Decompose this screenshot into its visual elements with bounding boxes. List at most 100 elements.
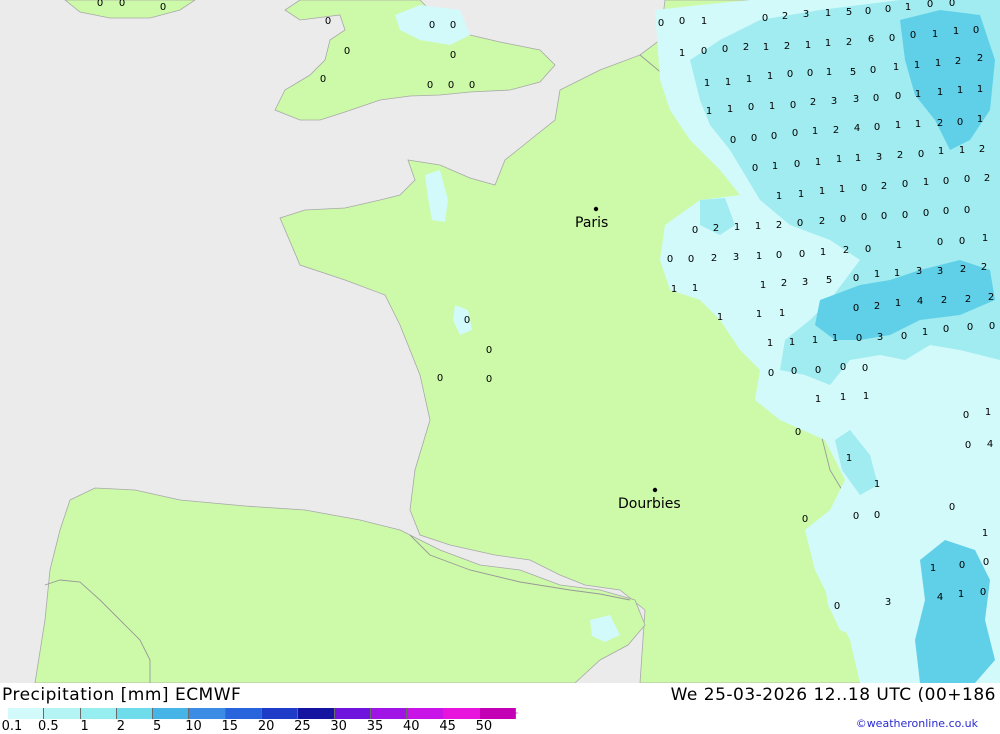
precip-value-label: 1 xyxy=(679,48,685,59)
precip-value-label: 5 xyxy=(826,275,832,286)
precip-value-label: 1 xyxy=(767,338,773,349)
legend-label: 50 xyxy=(475,719,493,734)
precip-value-label: 0 xyxy=(790,100,796,111)
precip-value-label: 0 xyxy=(943,176,949,187)
precip-value-label: 0 xyxy=(448,80,454,91)
precip-value-label: 3 xyxy=(916,266,922,277)
precip-value-label: 0 xyxy=(943,324,949,335)
precip-value-label: 1 xyxy=(727,104,733,115)
legend-label: 5 xyxy=(153,719,162,734)
precip-value-label: 0 xyxy=(949,0,955,9)
precip-value-label: 0 xyxy=(834,601,840,612)
precip-value-label: 0 xyxy=(794,159,800,170)
legend-labels: 0.1 0.5 1 2 5 10 15 20 25 30 35 40 45 50 xyxy=(0,719,540,734)
precip-value-label: 0 xyxy=(730,135,736,146)
precip-value-label: 0 xyxy=(486,345,492,356)
precip-value-label: 1 xyxy=(734,222,740,233)
precip-value-label: 2 xyxy=(984,173,990,184)
precip-value-label: 0 xyxy=(751,133,757,144)
precip-value-label: 0 xyxy=(918,149,924,160)
precip-value-label: 2 xyxy=(955,56,961,67)
precip-value-label: 2 xyxy=(960,264,966,275)
precip-value-label: 1 xyxy=(855,153,861,164)
precip-value-label: 2 xyxy=(874,301,880,312)
precip-value-label: 2 xyxy=(711,253,717,264)
precip-value-label: 0 xyxy=(97,0,103,9)
precip-value-label: 1 xyxy=(935,58,941,69)
precip-value-label: 1 xyxy=(982,233,988,244)
precip-value-label: 1 xyxy=(767,71,773,82)
forecast-datetime: We 25-03-2026 12..18 UTC (00+186 xyxy=(670,685,996,705)
precip-value-label: 0 xyxy=(667,254,673,265)
precip-value-label: 1 xyxy=(820,247,826,258)
precip-value-label: 0 xyxy=(840,362,846,373)
legend-label: 20 xyxy=(257,719,275,734)
precip-value-label: 1 xyxy=(805,40,811,51)
legend-swatch xyxy=(44,708,81,719)
precip-value-label: 0 xyxy=(692,225,698,236)
precip-value-label: 1 xyxy=(953,26,959,37)
precip-value-label: 0 xyxy=(701,46,707,57)
precip-value-label: 4 xyxy=(917,296,923,307)
precip-value-label: 1 xyxy=(895,120,901,131)
precip-value-label: 0 xyxy=(815,365,821,376)
precip-value-label: 0 xyxy=(989,321,995,332)
precip-value-label: 0 xyxy=(881,211,887,222)
precip-value-label: 0 xyxy=(957,117,963,128)
legend-color-bar xyxy=(8,708,517,719)
legend-label: 40 xyxy=(403,719,420,734)
precip-value-label: 0 xyxy=(964,174,970,185)
precip-value-label: 1 xyxy=(932,29,938,40)
legend-label: 35 xyxy=(366,719,384,734)
city-label-dourbies: Dourbies xyxy=(618,496,681,512)
precip-value-label: 0 xyxy=(429,20,435,31)
precip-value-label: 0 xyxy=(320,74,326,85)
precip-value-label: 0 xyxy=(325,16,331,27)
precip-value-label: 1 xyxy=(671,284,677,295)
precip-value-label: 1 xyxy=(692,283,698,294)
precip-value-label: 0 xyxy=(901,331,907,342)
precip-value-label: 1 xyxy=(812,335,818,346)
precip-value-label: 0 xyxy=(776,250,782,261)
precip-value-label: 0 xyxy=(450,50,456,61)
precip-value-label: 4 xyxy=(854,123,860,134)
precip-value-label: 1 xyxy=(839,184,845,195)
precip-value-label: 1 xyxy=(826,67,832,78)
precip-value-label: 1 xyxy=(756,309,762,320)
precip-value-label: 0 xyxy=(795,427,801,438)
chart-title: Precipitation [mm] ECMWF xyxy=(2,685,242,705)
precip-value-label: 2 xyxy=(833,125,839,136)
precip-value-label: 0 xyxy=(967,322,973,333)
precip-value-label: 1 xyxy=(915,119,921,130)
precip-value-label: 0 xyxy=(752,163,758,174)
precip-value-label: 0 xyxy=(943,206,949,217)
precip-value-label: 0 xyxy=(679,16,685,27)
credit-link[interactable]: ©weatheronline.co.uk xyxy=(856,717,978,730)
legend-arrow xyxy=(481,708,519,718)
precip-value-label: 1 xyxy=(874,479,880,490)
precip-value-label: 3 xyxy=(831,96,837,107)
precip-value-label: 0 xyxy=(688,254,694,265)
precip-value-label: 0 xyxy=(902,210,908,221)
precip-value-label: 2 xyxy=(846,37,852,48)
precip-value-label: 0 xyxy=(791,366,797,377)
precip-value-label: 1 xyxy=(769,101,775,112)
precip-value-label: 0 xyxy=(874,122,880,133)
precip-value-label: 1 xyxy=(836,154,842,165)
precip-value-label: 1 xyxy=(706,106,712,117)
precip-value-label: 1 xyxy=(893,62,899,73)
dourbies-marker xyxy=(652,487,658,493)
precip-value-label: 0 xyxy=(853,511,859,522)
precip-value-label: 1 xyxy=(982,528,988,539)
legend-label: 0.1 xyxy=(1,719,23,734)
precip-value-label: 1 xyxy=(825,38,831,49)
precip-value-label: 1 xyxy=(895,298,901,309)
precip-value-label: 1 xyxy=(798,189,804,200)
precip-value-label: 1 xyxy=(914,60,920,71)
legend-swatch xyxy=(116,708,154,719)
precip-value-label: 1 xyxy=(825,8,831,19)
precip-value-label: 0 xyxy=(797,218,803,229)
precip-value-label: 2 xyxy=(897,150,903,161)
precip-value-label: 5 xyxy=(846,7,852,18)
precip-value-label: 0 xyxy=(862,363,868,374)
